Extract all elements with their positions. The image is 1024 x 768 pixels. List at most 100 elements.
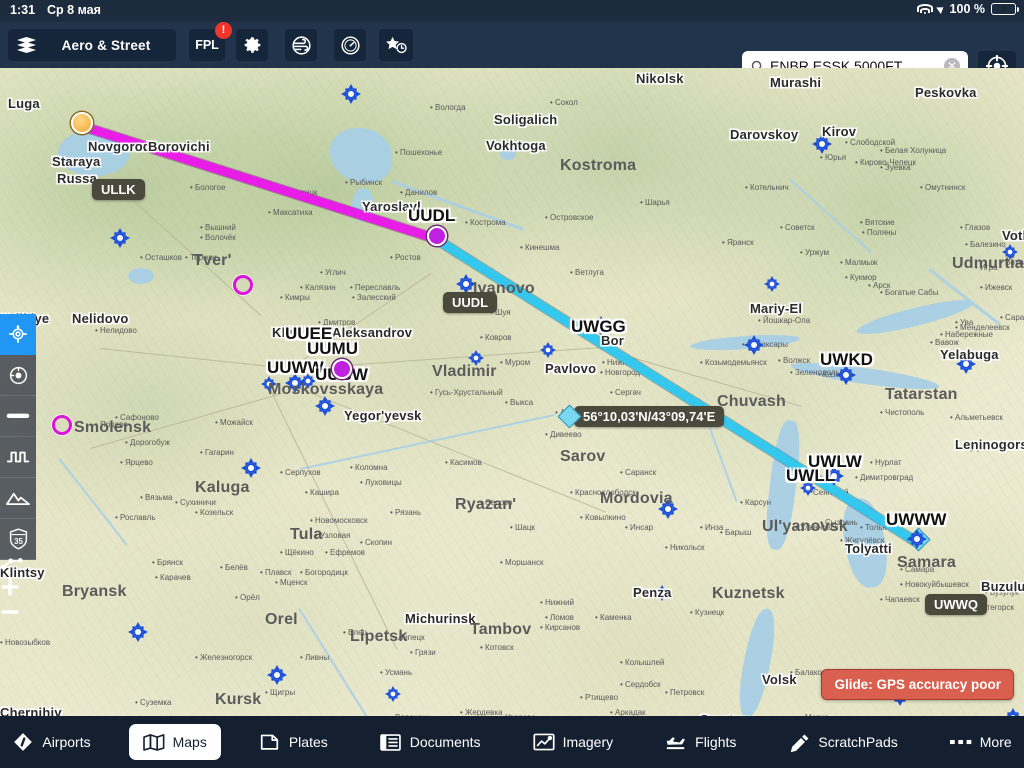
waypoint-fill-moscow[interactable]	[332, 359, 352, 379]
airport-marker[interactable]	[468, 350, 484, 366]
airport-marker[interactable]	[110, 228, 130, 248]
airport-marker[interactable]	[1002, 244, 1018, 260]
airport-marker[interactable]	[261, 376, 277, 392]
airport-marker[interactable]	[744, 335, 764, 355]
airport-marker-ring	[320, 401, 330, 411]
airport-marker[interactable]	[764, 276, 780, 292]
airport-marker[interactable]	[315, 396, 335, 416]
position-circle-icon	[9, 366, 27, 384]
status-bar: 1:31 Ср 8 мая 100 % ⚡	[0, 0, 1024, 22]
airport-marker[interactable]	[956, 354, 976, 374]
tab-maps[interactable]: Maps	[128, 724, 221, 760]
map-tools-rail: 35	[0, 314, 36, 560]
status-date: Ср 8 мая	[47, 3, 101, 17]
rail-button-own-position[interactable]	[0, 355, 36, 396]
recents-favorites-button[interactable]	[379, 29, 413, 61]
tab-flights[interactable]: Flights	[651, 724, 750, 760]
star-clock-icon	[386, 36, 407, 54]
route-tag-ullk[interactable]: ULLK	[92, 179, 145, 200]
waypoint-ring-tver[interactable]	[233, 275, 253, 295]
tab-plates[interactable]: Plates	[245, 724, 342, 760]
airport-marker[interactable]	[658, 499, 678, 519]
status-time: 1:31	[10, 3, 36, 17]
airport-marker[interactable]	[654, 585, 670, 601]
rail-button-zoom-out[interactable]	[0, 602, 36, 627]
airport-id-label[interactable]: UUDL	[408, 206, 455, 226]
airport-marker-ring	[912, 534, 922, 544]
rail-button-route-edit[interactable]	[0, 556, 36, 577]
battery-percent: 100 %	[949, 2, 985, 16]
minus-icon	[1, 610, 19, 614]
map-layer-button[interactable]: Aero & Street	[8, 29, 176, 61]
airport-id-label[interactable]: UWLL	[786, 466, 835, 486]
airport-marker-ring	[472, 354, 480, 362]
tab-airports[interactable]: Airports	[0, 724, 105, 760]
route-tag-uwwq[interactable]: UWWQ	[925, 594, 988, 615]
settings-button[interactable]	[236, 29, 268, 61]
lake-small-1	[500, 148, 516, 160]
battery-charging-icon: ⚡	[991, 3, 1019, 15]
airport-marker[interactable]	[907, 529, 927, 549]
airport-marker[interactable]	[385, 686, 401, 702]
weather-button[interactable]	[285, 29, 317, 61]
route-waypoint-ullk[interactable]	[71, 112, 93, 134]
airport-id-label[interactable]: UWWW	[886, 510, 946, 530]
gear-icon	[244, 36, 260, 53]
airport-id-label[interactable]: UWGG	[571, 317, 626, 337]
wifi-icon	[916, 3, 933, 15]
rail-button-ruler[interactable]	[0, 396, 36, 437]
glide-warning-banner[interactable]: Glide: GPS accuracy poor	[821, 669, 1014, 700]
tab-label: Imagery	[562, 734, 614, 750]
tab-more[interactable]: More	[936, 724, 1024, 760]
app-root: 1:31 Ср 8 мая 100 % ⚡ Aero & Street FPL …	[0, 0, 1024, 768]
tab-imagery[interactable]: Imagery	[519, 724, 628, 760]
map-canvas[interactable]: • Сокол • Вологда • Пошехонье • Рыбинск • Да…	[0, 68, 1024, 716]
waypoint-ring-smolensk[interactable]	[52, 415, 72, 435]
airport-marker-ring	[304, 377, 312, 385]
tab-scratchpads[interactable]: ScratchPads	[774, 724, 911, 760]
route-tag-uudl[interactable]: UUDL	[443, 292, 498, 313]
rail-button-speed-limit[interactable]: 35	[0, 519, 36, 560]
airport-marker-ring	[841, 370, 851, 380]
gauge-icon	[340, 35, 360, 55]
plus-icon	[1, 578, 19, 596]
airport-marker-ring	[658, 589, 666, 597]
airport-id-label[interactable]: UUMU	[307, 339, 358, 359]
airport-marker-ring	[663, 504, 673, 514]
airport-marker[interactable]	[128, 622, 148, 642]
tab-label: Flights	[695, 734, 737, 750]
lake-seliger	[128, 268, 154, 284]
airport-marker-ring	[544, 346, 552, 354]
route-waypoint-uudl[interactable]	[427, 226, 447, 246]
route-nodes-icon	[0, 558, 23, 570]
airport-marker-ring	[272, 670, 282, 680]
rail-button-terrain[interactable]	[0, 478, 36, 519]
tab-label: Documents	[409, 734, 481, 750]
airport-marker[interactable]	[267, 665, 287, 685]
status-bar-left: 1:31 Ср 8 мая	[10, 3, 101, 17]
airport-marker-ring	[133, 627, 143, 637]
tab-label: Airports	[42, 734, 91, 750]
plane-icon	[665, 732, 687, 752]
tab-label: Plates	[288, 734, 328, 750]
rail-button-profile[interactable]	[0, 437, 36, 478]
airport-marker[interactable]	[456, 274, 476, 294]
airport-marker[interactable]	[812, 134, 832, 154]
flight-plan-button[interactable]: FPL !	[189, 22, 232, 61]
airport-marker[interactable]	[540, 342, 556, 358]
airport-marker[interactable]	[241, 458, 261, 478]
rail-button-center-target[interactable]	[0, 314, 36, 355]
airport-marker[interactable]	[341, 84, 361, 104]
bottom-tab-bar: Airports Maps Plates Documents Imagery Flight…	[0, 716, 1024, 768]
airport-icon	[12, 732, 34, 752]
rail-button-zoom-in[interactable]	[0, 577, 36, 602]
airport-marker-ring	[768, 280, 776, 288]
coordinate-callout[interactable]: 56°10,03'N/43°09,74'E	[574, 406, 725, 427]
instruments-button[interactable]	[334, 29, 366, 61]
airport-marker-ring	[246, 463, 256, 473]
airport-marker-ring	[265, 380, 273, 388]
airport-marker-ring	[961, 359, 971, 369]
airport-id-label[interactable]: UWKD	[820, 350, 873, 370]
tab-documents[interactable]: Documents	[366, 724, 495, 760]
airport-marker[interactable]	[1003, 708, 1023, 716]
